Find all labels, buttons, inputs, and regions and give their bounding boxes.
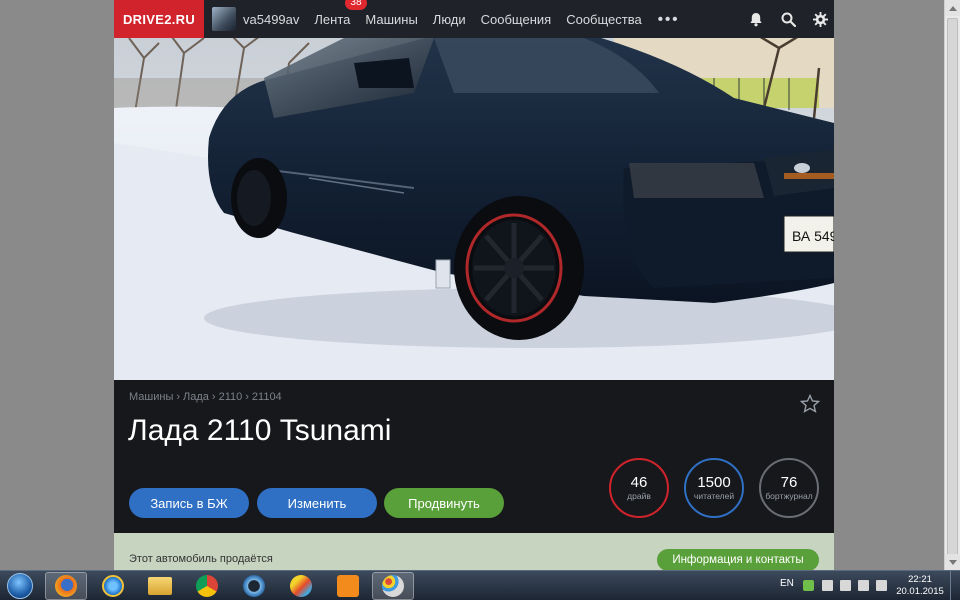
folder-icon bbox=[148, 577, 172, 595]
feed-count-badge: 38 bbox=[345, 0, 367, 10]
firefox-icon bbox=[55, 575, 77, 597]
taskbar-ball-app[interactable] bbox=[280, 572, 322, 600]
nav-people[interactable]: Люди bbox=[433, 12, 466, 27]
info-contacts-button[interactable]: Информация и контакты bbox=[657, 549, 819, 570]
for-sale-banner: Этот автомобиль продаётся Информация и к… bbox=[114, 533, 834, 570]
stat-logbook-label: бортжурнал bbox=[765, 490, 813, 501]
stat-logbook-value: 76 bbox=[780, 473, 798, 491]
breadcrumb-21104[interactable]: 21104 bbox=[252, 391, 282, 403]
breadcrumb-cars[interactable]: Машины bbox=[129, 391, 173, 403]
more-menu-icon[interactable]: ••• bbox=[658, 11, 680, 28]
stat-readers-label: читателей bbox=[693, 490, 735, 501]
taskbar-firefox[interactable] bbox=[45, 572, 87, 600]
taskbar-paint[interactable] bbox=[372, 572, 414, 600]
username-link[interactable]: va5499av bbox=[243, 12, 299, 27]
odnoklassniki-icon bbox=[337, 575, 359, 597]
internet-explorer-icon bbox=[102, 575, 124, 597]
paint-palette-icon bbox=[382, 575, 404, 597]
car-title: Лада 2110 Tsunami bbox=[128, 414, 392, 447]
nav-feed-label: Лента bbox=[314, 11, 351, 27]
taskbar-odnoklassniki[interactable] bbox=[327, 572, 369, 600]
clock-date: 20.01.2015 bbox=[896, 586, 944, 597]
gear-icon[interactable] bbox=[812, 11, 828, 27]
nav-feed[interactable]: Лента 38 bbox=[314, 0, 367, 27]
clock-time: 22:21 bbox=[908, 574, 932, 585]
scroll-down-arrow[interactable] bbox=[945, 554, 960, 570]
nav-communities[interactable]: Сообщества bbox=[566, 12, 642, 27]
promote-button[interactable]: Продвинуть bbox=[384, 488, 504, 518]
stat-readers[interactable]: 1500 читателей bbox=[684, 458, 744, 518]
edit-button[interactable]: Изменить bbox=[257, 488, 377, 518]
page-content: DRIVE2.RU va5499av Лента 38 Машины Люди … bbox=[114, 0, 834, 570]
stat-drive-label: драйв bbox=[627, 490, 651, 501]
breadcrumb-lada[interactable]: Лада bbox=[183, 391, 209, 403]
bell-icon[interactable] bbox=[748, 11, 764, 27]
star-icon[interactable] bbox=[799, 393, 821, 418]
chrome-icon bbox=[196, 575, 218, 597]
user-avatar[interactable] bbox=[212, 7, 236, 31]
stat-drive[interactable]: 46 драйв bbox=[609, 458, 669, 518]
taskbar-ie[interactable] bbox=[92, 572, 134, 600]
license-plate: ВА 5499 bbox=[792, 228, 834, 244]
windows-orb-icon bbox=[7, 573, 33, 599]
nav-messages[interactable]: Сообщения bbox=[481, 12, 552, 27]
tray-flag-icon[interactable] bbox=[840, 580, 851, 591]
breadcrumb-2110[interactable]: 2110 bbox=[219, 391, 243, 403]
taskbar-chrome[interactable] bbox=[186, 572, 228, 600]
colorful-ball-icon bbox=[290, 575, 312, 597]
top-navigation: DRIVE2.RU va5499av Лента 38 Машины Люди … bbox=[114, 0, 834, 38]
tray-network-icon[interactable] bbox=[803, 580, 814, 591]
car-photo[interactable]: ВА 5499 bbox=[114, 38, 834, 380]
stat-drive-value: 46 bbox=[630, 473, 648, 491]
taskbar-explorer[interactable] bbox=[139, 572, 181, 600]
scroll-up-arrow[interactable] bbox=[945, 0, 960, 16]
ring-app-icon bbox=[243, 575, 265, 597]
show-desktop-button[interactable] bbox=[950, 571, 960, 600]
nav-cars[interactable]: Машины bbox=[365, 12, 417, 27]
for-sale-text: Этот автомобиль продаётся bbox=[129, 553, 273, 565]
search-icon[interactable] bbox=[780, 11, 796, 27]
car-info-panel: Машины › Лада › 2110 › 21104 Лада 2110 Tsunami… bbox=[114, 380, 834, 533]
windows-taskbar: EN 22:21 20.01.2015 bbox=[0, 570, 960, 600]
stat-logbook[interactable]: 76 бортжурнал bbox=[759, 458, 819, 518]
journal-entry-button[interactable]: Запись в БЖ bbox=[129, 488, 249, 518]
volume-icon[interactable] bbox=[858, 580, 869, 591]
start-button[interactable] bbox=[2, 571, 38, 600]
tray-power-icon[interactable] bbox=[876, 580, 887, 591]
breadcrumb: Машины › Лада › 2110 › 21104 bbox=[129, 391, 282, 403]
site-logo[interactable]: DRIVE2.RU bbox=[114, 0, 204, 38]
scroll-thumb[interactable] bbox=[947, 18, 958, 563]
tray-monitor-icon[interactable] bbox=[822, 580, 833, 591]
taskbar-opera-ring[interactable] bbox=[233, 572, 275, 600]
stat-readers-value: 1500 bbox=[697, 473, 731, 491]
system-clock[interactable]: 22:21 20.01.2015 bbox=[893, 574, 947, 598]
browser-scrollbar[interactable] bbox=[944, 0, 960, 570]
language-indicator[interactable]: EN bbox=[780, 578, 794, 589]
